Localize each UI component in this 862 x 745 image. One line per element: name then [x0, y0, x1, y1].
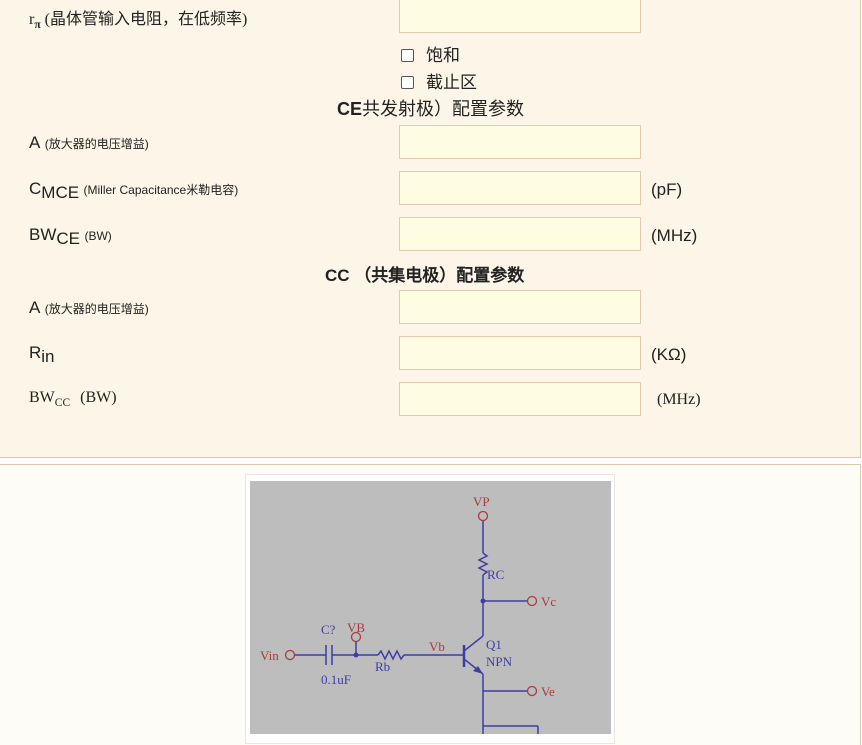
- cc-heading: CC （共集电极）配置参数: [325, 266, 525, 285]
- r-pi-input[interactable]: [399, 0, 641, 33]
- cmce-input[interactable]: [399, 171, 641, 205]
- rc-resistor: [477, 552, 489, 576]
- vc-junction: [480, 598, 486, 604]
- vb-net-label: Vb: [429, 639, 445, 654]
- bwce-label: BWCE (BW): [29, 225, 112, 249]
- rin-unit: (KΩ): [651, 345, 687, 364]
- cutoff-label: 截止区: [426, 73, 477, 92]
- ce-heading-bold: CE: [337, 99, 363, 119]
- cmce-main: C: [29, 179, 42, 198]
- ve-terminal: [526, 685, 538, 697]
- saturation-label: 饱和: [426, 46, 460, 65]
- parameter-form: rπ (晶体管输入电阻，在低频率) 饱和 截止区 CE共发射极）配置参数 A (…: [0, 0, 861, 458]
- bwce-desc: (BW): [84, 229, 112, 243]
- bwcc-main: BW: [29, 389, 55, 406]
- vin-label: Vin: [260, 648, 279, 663]
- saturation-checkbox[interactable]: [401, 48, 414, 62]
- bwcc-label: BWCC (BW): [29, 389, 117, 409]
- bwce-unit: (MHz): [651, 226, 698, 245]
- ce-gain-input[interactable]: [399, 125, 641, 159]
- cmce-label: CMCE (Miller Capacitance米勒电容): [29, 179, 238, 203]
- cc-gain-input[interactable]: [399, 290, 641, 324]
- bwce-main: BW: [29, 225, 57, 244]
- rin-input[interactable]: [399, 336, 641, 370]
- q1-label: Q1: [486, 637, 502, 652]
- bwce-input[interactable]: [399, 217, 641, 251]
- transistor-collector-leg: [463, 635, 484, 652]
- cc-gain-label: A (放大器的电压增益): [29, 298, 149, 318]
- bwcc-unit: (MHz): [657, 391, 701, 408]
- ce-heading: CE共发射极）配置参数: [337, 95, 524, 121]
- cutoff-checkbox-row[interactable]: 截止区: [401, 68, 477, 93]
- rin-label: Rin: [29, 343, 55, 367]
- bwcc-input[interactable]: [399, 382, 641, 416]
- cmce-desc: (Miller Capacitance米勒电容): [83, 183, 239, 197]
- vc-terminal: [526, 595, 538, 607]
- rb-label: Rb: [375, 659, 390, 674]
- rin-main: R: [29, 343, 42, 362]
- npn-label: NPN: [486, 654, 513, 669]
- ve-label: Ve: [541, 684, 555, 699]
- cc-gain-main: A: [29, 298, 41, 317]
- cmce-sub: MCE: [41, 183, 80, 203]
- circuit-svg: VP RC Vc Q1 NPN Ve Vb Vin C? VB 0.1uF Rb: [260, 494, 556, 734]
- vp-label: VP: [473, 494, 490, 509]
- ce-gain-desc: (放大器的电压增益): [44, 137, 149, 151]
- r-pi-label: rπ (晶体管输入电阻，在低频率): [29, 5, 247, 31]
- vb-label: VB: [347, 620, 365, 635]
- cmce-unit: (pF): [651, 180, 683, 199]
- ce-gain-main: A: [29, 133, 41, 152]
- r-pi-desc: (晶体管输入电阻，在低频率): [44, 11, 248, 28]
- saturation-checkbox-row[interactable]: 饱和: [401, 41, 460, 66]
- r-pi-sub: π: [34, 19, 41, 32]
- cc-gain-desc: (放大器的电压增益): [44, 302, 149, 316]
- circuit-schematic: VP RC Vc Q1 NPN Ve Vb Vin C? VB 0.1uF Rb: [250, 481, 611, 734]
- cutoff-checkbox[interactable]: [401, 75, 414, 89]
- rc-label: RC: [487, 567, 504, 582]
- vc-label: Vc: [541, 594, 556, 609]
- bwcc-desc: (BW): [80, 389, 117, 406]
- rb-resistor: [377, 649, 405, 661]
- ce-gain-label: A (放大器的电压增益): [29, 133, 149, 153]
- cap-value-label: 0.1uF: [321, 672, 351, 687]
- rin-sub: in: [41, 347, 55, 367]
- cap-label: C?: [321, 622, 336, 637]
- bwce-sub: CE: [56, 229, 81, 249]
- ce-heading-rest: 共发射极）配置参数: [362, 99, 525, 119]
- bwcc-sub: CC: [54, 397, 71, 410]
- vin-terminal: [284, 649, 296, 661]
- vb-junction: [353, 652, 359, 658]
- vp-terminal: [477, 510, 489, 522]
